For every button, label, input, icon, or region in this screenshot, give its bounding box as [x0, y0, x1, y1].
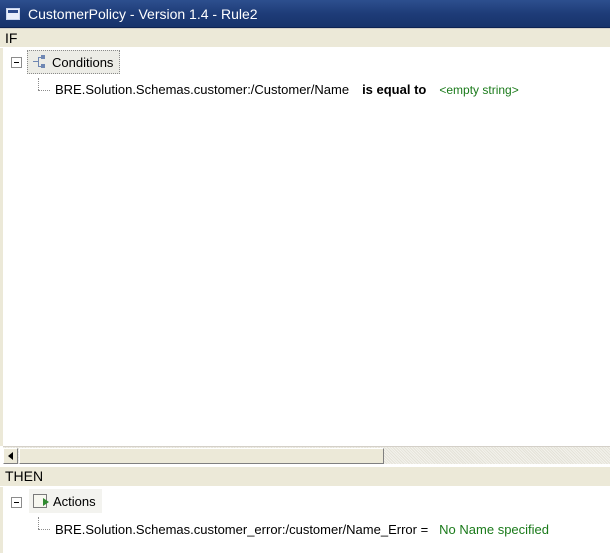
condition-operator[interactable]: is equal to — [362, 82, 426, 97]
condition-fact[interactable]: BRE.Solution.Schemas.customer:/Customer/… — [55, 82, 349, 97]
actions-node-label: Actions — [53, 493, 96, 509]
scrollbar-thumb[interactable] — [19, 448, 384, 464]
condition-value[interactable]: <empty string> — [439, 83, 518, 97]
action-row[interactable]: BRE.Solution.Schemas.customer_error:/cus… — [55, 522, 549, 537]
if-conditions-pane[interactable]: Conditions BRE.Solution.Schemas.customer… — [0, 48, 610, 446]
then-actions-pane[interactable]: Actions BRE.Solution.Schemas.customer_er… — [0, 487, 610, 553]
action-target[interactable]: BRE.Solution.Schemas.customer_error:/cus… — [55, 522, 428, 537]
action-value[interactable]: No Name specified — [439, 522, 549, 537]
conditions-node-label: Conditions — [52, 54, 114, 70]
then-section-header: THEN — [0, 466, 610, 487]
conditions-node[interactable]: Conditions — [27, 50, 121, 74]
window-title-bar[interactable]: CustomerPolicy - Version 1.4 - Rule2 — [0, 0, 610, 28]
horizontal-scrollbar[interactable] — [3, 446, 610, 464]
conditions-collapse-icon[interactable] — [11, 57, 22, 68]
condition-row[interactable]: BRE.Solution.Schemas.customer:/Customer/… — [55, 82, 519, 97]
window-title: CustomerPolicy - Version 1.4 - Rule2 — [28, 5, 258, 22]
scroll-left-icon[interactable] — [3, 448, 18, 464]
actions-icon — [33, 494, 49, 508]
actions-node[interactable]: Actions — [29, 489, 102, 513]
actions-collapse-icon[interactable] — [11, 497, 22, 508]
conditions-tree-icon — [32, 55, 46, 69]
if-section-header: IF — [0, 28, 610, 48]
window-icon — [6, 7, 20, 20]
